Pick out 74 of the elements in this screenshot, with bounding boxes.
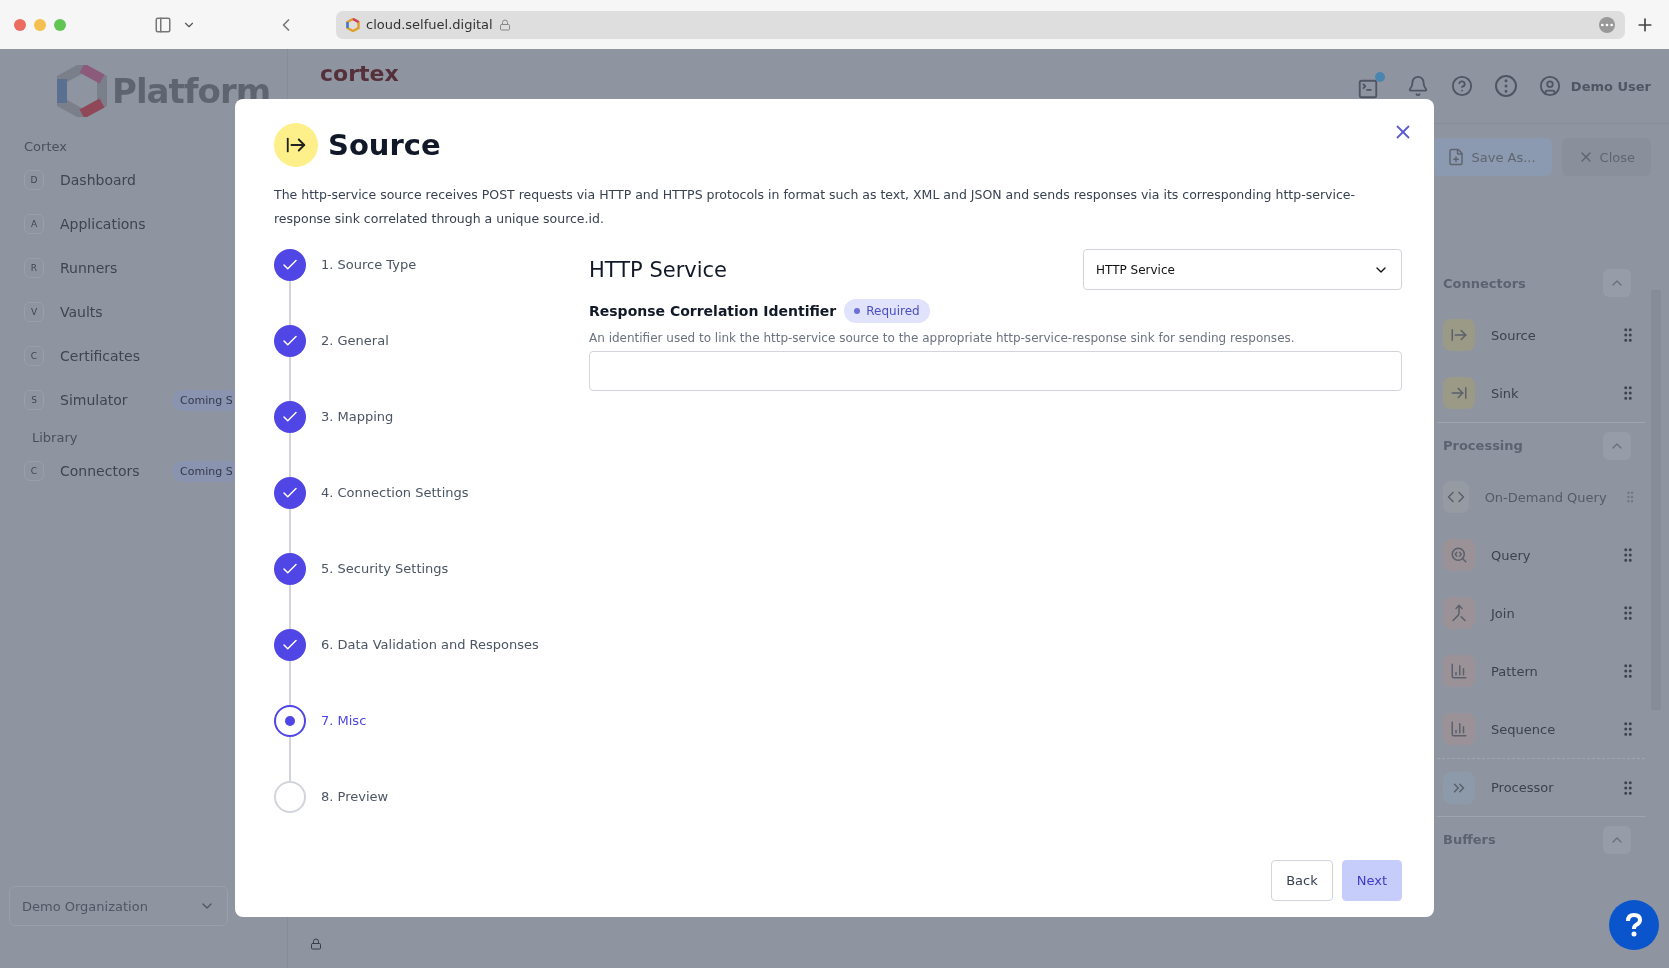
nav-label: Dashboard bbox=[60, 172, 137, 188]
chart-icon bbox=[1450, 662, 1468, 680]
sidebar-icon[interactable] bbox=[154, 15, 172, 34]
nav-label: Simulator bbox=[60, 392, 129, 408]
input-field[interactable] bbox=[589, 351, 1402, 391]
letter-icon: A bbox=[24, 214, 44, 234]
step-label: 8. Preview bbox=[321, 789, 389, 804]
chart-icon bbox=[1450, 720, 1468, 738]
dialog-title: Source bbox=[328, 128, 441, 162]
merge-icon bbox=[1450, 604, 1468, 622]
required-badge: Required bbox=[844, 299, 930, 323]
step-label: 1. Source Type bbox=[321, 257, 417, 272]
step-label: 5. Security Settings bbox=[321, 561, 449, 576]
terminal-icon[interactable] bbox=[1356, 78, 1379, 100]
user-icon[interactable] bbox=[1538, 75, 1561, 97]
lock-icon[interactable] bbox=[310, 938, 322, 950]
letter-icon: V bbox=[24, 302, 44, 322]
more-icon[interactable] bbox=[1599, 16, 1615, 33]
step-item[interactable]: 6. Data Validation and Responses bbox=[274, 629, 589, 705]
palette-item[interactable]: Source bbox=[1437, 306, 1645, 364]
lock-icon bbox=[498, 18, 511, 31]
field-help-text: An identifier used to link the http-service source to the appropriate http-service-response sink for sending responses. bbox=[589, 331, 1296, 345]
question-icon bbox=[1624, 913, 1644, 937]
organization-select[interactable]: Demo Organization bbox=[9, 886, 228, 926]
section-heading: HTTP Service bbox=[589, 257, 728, 282]
letter-icon: S bbox=[24, 390, 44, 410]
palette-item[interactable]: Query bbox=[1437, 526, 1645, 584]
help-button[interactable] bbox=[1609, 900, 1659, 950]
info-icon[interactable] bbox=[1494, 75, 1517, 97]
step-label: 2. General bbox=[321, 333, 389, 348]
letter-icon: R bbox=[24, 258, 44, 278]
help-icon[interactable] bbox=[1450, 75, 1473, 97]
nav-label: Runners bbox=[60, 260, 119, 276]
minimize-dot[interactable] bbox=[34, 18, 46, 31]
palette-item[interactable]: Join bbox=[1437, 584, 1645, 642]
user-name[interactable]: Demo User bbox=[1570, 78, 1651, 94]
section-title: Cortex bbox=[23, 138, 68, 156]
letter-icon: C bbox=[24, 346, 44, 366]
step-label: 3. Mapping bbox=[321, 409, 394, 424]
app-logo: cortex bbox=[320, 61, 399, 86]
step-item[interactable]: 5. Security Settings bbox=[274, 553, 589, 629]
step-label: 7. Misc bbox=[321, 713, 367, 728]
nav-label: Connectors bbox=[60, 463, 141, 479]
search-icon bbox=[1450, 546, 1468, 564]
dialog-description: The http-service source receives POST requests via HTTP and HTTPS protocols in format such as text, XML and JSON and sends responses via its corresponding http-service-response sink correlated through a unique source.id. bbox=[274, 186, 1356, 228]
type-select[interactable]: HTTP Service bbox=[1083, 249, 1402, 290]
next-button[interactable]: Next bbox=[1341, 860, 1402, 901]
letter-icon: C bbox=[24, 461, 44, 481]
logo-icon bbox=[56, 65, 108, 117]
step-item[interactable]: 7. Misc bbox=[274, 705, 589, 781]
palette-item[interactable]: Sequence bbox=[1437, 700, 1645, 758]
step-item[interactable]: 8. Preview bbox=[274, 781, 589, 857]
nav-label: Certificates bbox=[60, 348, 141, 364]
source-icon bbox=[274, 123, 318, 167]
save-as-button[interactable]: Save As... bbox=[1431, 138, 1552, 176]
site-icon bbox=[346, 17, 360, 32]
section-title: Library bbox=[31, 429, 79, 447]
close-dot[interactable] bbox=[14, 18, 26, 31]
letter-icon: D bbox=[24, 170, 44, 190]
field-label: Response Correlation Identifier bbox=[589, 303, 837, 319]
zoom-dot[interactable] bbox=[54, 18, 66, 31]
palette-item[interactable]: Sink bbox=[1437, 364, 1645, 422]
url-text: cloud.selfuel.digital bbox=[366, 17, 493, 32]
step-label: 6. Data Validation and Responses bbox=[321, 637, 539, 652]
nav-label: Applications bbox=[60, 216, 147, 232]
palette-item[interactable]: Pattern bbox=[1437, 642, 1645, 700]
arrow-icon bbox=[1450, 384, 1468, 402]
nav-label: Vaults bbox=[60, 304, 104, 320]
address-bar[interactable]: cloud.selfuel.digital bbox=[336, 10, 1625, 39]
back-button[interactable]: Back bbox=[1271, 860, 1333, 901]
palette-item[interactable]: Processor bbox=[1437, 758, 1645, 816]
file-plus-icon bbox=[1447, 148, 1466, 166]
bell-icon[interactable] bbox=[1406, 75, 1429, 97]
step-label: 4. Connection Settings bbox=[321, 485, 469, 500]
